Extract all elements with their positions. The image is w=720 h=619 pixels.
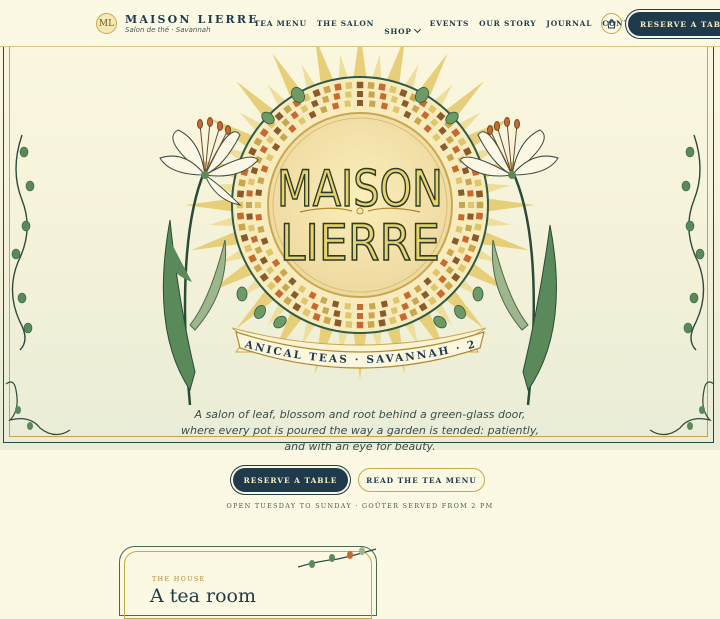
- nav-shop[interactable]: SHOP: [384, 19, 421, 38]
- mosaic-tile: [333, 310, 341, 318]
- the-house-card: THE HOUSE A tea room: [119, 546, 377, 619]
- mosaic-tile: [467, 213, 474, 220]
- chevron-down-icon: [413, 25, 421, 34]
- mosaic-tile: [468, 202, 474, 208]
- brand-subtitle: Salon de thé · Savannah: [125, 26, 211, 34]
- sun-ray: [487, 198, 535, 212]
- cart-button[interactable]: [601, 13, 622, 34]
- mosaic-tile: [247, 178, 255, 186]
- mosaic-tile: [238, 179, 246, 187]
- nav-shop-label: SHOP: [384, 27, 412, 36]
- mosaic-tile: [238, 223, 246, 231]
- mosaic-tile: [378, 319, 386, 327]
- mosaic-tile: [356, 81, 364, 89]
- mosaic-tile: [379, 92, 387, 100]
- sun-ray: [190, 231, 239, 251]
- card-vine-ornament: [298, 547, 377, 568]
- mosaic-tile: [379, 310, 387, 318]
- header-reserve-button[interactable]: RESERVE A TABLE: [628, 12, 720, 36]
- mosaic-tile: [459, 202, 465, 208]
- mosaic-tile: [246, 202, 252, 208]
- right-vine: [681, 134, 705, 351]
- mosaic-tile: [357, 313, 363, 319]
- mosaic-tile: [356, 321, 364, 329]
- nav-events[interactable]: EVENTS: [430, 19, 469, 38]
- main-nav: TEA MENU THE SALON SHOP EVENTS OUR STORY…: [254, 19, 649, 38]
- mosaic-tile: [474, 179, 482, 187]
- sun-ray: [486, 217, 511, 227]
- left-vine: [11, 134, 35, 351]
- mosaic-tile: [368, 91, 375, 98]
- sun-ray: [481, 231, 530, 251]
- mosaic-tile: [246, 190, 253, 197]
- mosaic-tile: [255, 189, 263, 197]
- nav-journal[interactable]: JOURNAL: [546, 19, 592, 38]
- nav-tea-menu[interactable]: TEA MENU: [254, 19, 307, 38]
- brand-name[interactable]: MAISON LIERRE: [125, 13, 259, 26]
- mosaic-tile: [357, 91, 363, 97]
- mosaic-tile: [344, 302, 352, 310]
- mosaic-tile: [236, 190, 245, 198]
- reserve-table-button[interactable]: RESERVE A TABLE: [233, 468, 348, 492]
- house-title: A tea room: [150, 585, 256, 607]
- mosaic-tile: [333, 92, 341, 100]
- opening-hours: OPEN TUESDAY TO SUNDAY · GOÛTER SERVED F…: [226, 502, 494, 510]
- site-header: ML MAISON LIERRE Salon de thé · Savannah…: [0, 0, 720, 47]
- mosaic-tile: [255, 202, 261, 208]
- mosaic-tile: [476, 201, 484, 209]
- house-eyebrow: THE HOUSE: [152, 575, 206, 583]
- hero-tagline: A salon of leaf, blossom and root behind…: [181, 408, 539, 453]
- mosaic-tile: [345, 312, 352, 319]
- mosaic-tile: [357, 304, 363, 310]
- mosaic-tile: [247, 224, 255, 232]
- shopping-bag-icon: [607, 18, 616, 28]
- mosaic-tile: [345, 320, 353, 329]
- mosaic-tile: [367, 81, 375, 90]
- mosaic-tile: [357, 100, 363, 106]
- mosaic-tile: [344, 100, 352, 108]
- mosaic-tile: [334, 319, 342, 327]
- mosaic-tile: [368, 100, 376, 108]
- mosaic-tile: [378, 83, 386, 91]
- mosaic-tile: [236, 212, 245, 220]
- sun-ray: [372, 54, 382, 79]
- brand-monogram[interactable]: ML: [96, 13, 117, 34]
- mosaic-tile: [474, 223, 482, 231]
- mosaic-tile: [465, 224, 473, 232]
- mosaic-tile: [255, 213, 263, 221]
- mosaic-tile: [368, 312, 375, 319]
- mosaic-tile: [246, 213, 253, 220]
- mosaic-tile: [457, 189, 465, 197]
- mosaic-tile: [368, 302, 376, 310]
- nav-our-story[interactable]: OUR STORY: [479, 19, 536, 38]
- hero-title-line2: LIERRE: [280, 214, 440, 272]
- mosaic-tile: [475, 212, 484, 220]
- mosaic-tile: [465, 178, 473, 186]
- left-lily-illustration: [159, 117, 259, 406]
- mosaic-tile: [467, 190, 474, 197]
- sun-ray: [486, 183, 511, 193]
- read-tea-menu-button[interactable]: READ THE TEA MENU: [358, 468, 485, 492]
- mosaic-tile: [334, 83, 342, 91]
- hero-title-line1: MAISON: [277, 160, 443, 218]
- sun-ray: [209, 217, 234, 227]
- sun-ray: [338, 54, 348, 79]
- mosaic-tile: [367, 320, 375, 329]
- mosaic-tile: [475, 190, 484, 198]
- mosaic-tile: [457, 213, 465, 221]
- nav-the-salon[interactable]: THE SALON: [317, 19, 374, 38]
- mosaic-tile: [345, 91, 352, 98]
- mosaic-tile: [345, 81, 353, 90]
- hero-illustration: MAISON LIERRE OTANICAL TEAS · SAVANNAH ·…: [0, 0, 715, 436]
